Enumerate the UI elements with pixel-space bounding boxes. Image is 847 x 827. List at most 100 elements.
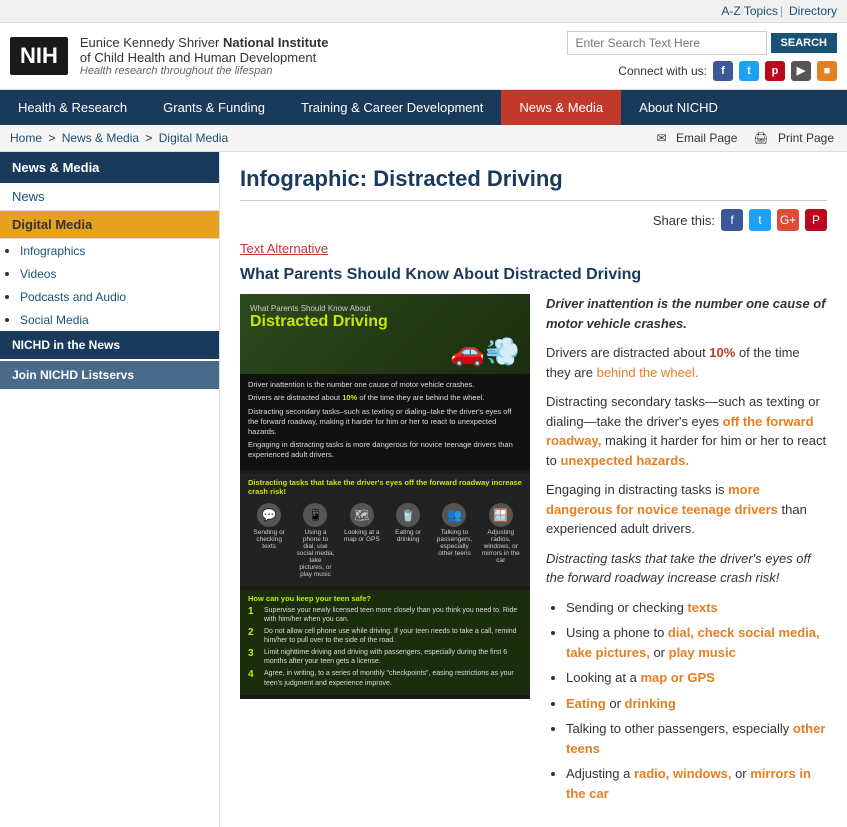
sidebar-nichd-news[interactable]: NICHD in the News bbox=[0, 331, 219, 359]
infographic-column: What Parents Should Know About Distracte… bbox=[240, 294, 530, 813]
body-p5: Distracting tasks that take the driver's… bbox=[546, 549, 827, 588]
content-wrapper: News & Media News Digital Media Infograp… bbox=[0, 152, 847, 827]
infographic-small-text: What Parents Should Know About bbox=[250, 304, 520, 313]
nav-news-media[interactable]: News & Media bbox=[501, 90, 621, 125]
infographic-section2: How can you keep your teen safe? 1 Super… bbox=[240, 590, 530, 695]
breadcrumb-left: Home > News & Media > Digital Media bbox=[10, 131, 228, 145]
org-tagline: Health research throughout the lifespan bbox=[80, 65, 329, 77]
sidebar-sub-menu: Infographics Videos Podcasts and Audio S… bbox=[0, 239, 219, 331]
breadcrumb-sep2: > bbox=[145, 131, 155, 145]
bullet-passengers: Talking to other passengers, especially … bbox=[566, 719, 827, 758]
body-p4: Engaging in distracting tasks is more da… bbox=[546, 480, 827, 539]
car-emoji: 🚗💨 bbox=[250, 335, 520, 368]
youtube-icon[interactable]: ▶ bbox=[791, 61, 811, 81]
nav-grants-funding[interactable]: Grants & Funding bbox=[145, 90, 283, 125]
map-icon: 🗺 bbox=[350, 503, 374, 527]
sidebar-section-title: News & Media bbox=[0, 152, 219, 183]
page-title: Infographic: Distracted Driving bbox=[240, 166, 827, 201]
nih-logo: NIH bbox=[10, 37, 68, 75]
breadcrumb-sep1: > bbox=[48, 131, 58, 145]
sidebar-item-news[interactable]: News bbox=[0, 183, 219, 211]
header-right: SEARCH Connect with us: f t p ▶ ■ bbox=[567, 31, 837, 81]
share-facebook[interactable]: f bbox=[721, 209, 743, 231]
mirrors-icon: 🪟 bbox=[489, 503, 513, 527]
directory-link[interactable]: Directory bbox=[789, 4, 837, 18]
icon-map: 🗺 Looking at a map or GPS bbox=[343, 503, 381, 578]
infographic-section1: Distracting tasks that take the driver's… bbox=[240, 474, 530, 586]
breadcrumb-news-media[interactable]: News & Media bbox=[62, 131, 139, 145]
teen-tip-3: 3 Limit nighttime driving and driving wi… bbox=[248, 648, 522, 666]
org-name: Eunice Kennedy Shriver National Institut… bbox=[80, 35, 329, 65]
bullet-texts: Sending or checking texts bbox=[566, 598, 827, 618]
main-content: Infographic: Distracted Driving Share th… bbox=[220, 152, 847, 827]
print-icon: 🖨 bbox=[753, 131, 772, 145]
nav-health-research[interactable]: Health & Research bbox=[0, 90, 145, 125]
section-heading: What Parents Should Know About Distracte… bbox=[240, 266, 827, 284]
sidebar-item-digital-media[interactable]: Digital Media bbox=[0, 211, 219, 239]
bullet-list: Sending or checking texts Using a phone … bbox=[566, 598, 827, 804]
infographic-header: What Parents Should Know About Distracte… bbox=[240, 294, 530, 374]
infographic-section1-title: Distracting tasks that take the driver's… bbox=[248, 478, 522, 496]
share-googleplus[interactable]: G+ bbox=[777, 209, 799, 231]
eating-icon: 🥤 bbox=[396, 503, 420, 527]
infographic-p1: Driver inattention is the number one cau… bbox=[248, 380, 522, 390]
twitter-icon[interactable]: t bbox=[739, 61, 759, 81]
breadcrumb-digital-media[interactable]: Digital Media bbox=[159, 131, 228, 145]
email-page-link[interactable]: ✉ Email Page bbox=[654, 131, 741, 145]
icon-mirrors: 🪟 Adjusting radios, windows, or mirrors … bbox=[482, 503, 520, 578]
share-twitter[interactable]: t bbox=[749, 209, 771, 231]
icon-texts: 💬 Sending or checking texts bbox=[250, 503, 288, 578]
icon-eating: 🥤 Eating or drinking bbox=[389, 503, 427, 578]
search-input[interactable] bbox=[567, 31, 767, 55]
search-button[interactable]: SEARCH bbox=[771, 33, 837, 53]
nav-training[interactable]: Training & Career Development bbox=[283, 90, 501, 125]
sidebar-join-listservs[interactable]: Join NICHD Listservs bbox=[0, 361, 219, 389]
breadcrumb-home[interactable]: Home bbox=[10, 131, 42, 145]
header-left: NIH Eunice Kennedy Shriver National Inst… bbox=[10, 35, 328, 77]
pinterest-icon[interactable]: p bbox=[765, 61, 785, 81]
az-topics-link[interactable]: A-Z Topics bbox=[721, 4, 777, 18]
icon-passengers: 👥 Talking to passengers, especially othe… bbox=[435, 503, 473, 578]
text-column: Driver inattention is the number one cau… bbox=[546, 294, 827, 813]
share-label: Share this: bbox=[653, 213, 715, 228]
body-p1: Driver inattention is the number one cau… bbox=[546, 294, 827, 333]
infographic-body: Driver inattention is the number one cau… bbox=[240, 374, 530, 470]
email-icon: ✉ bbox=[657, 131, 670, 145]
two-col-layout: What Parents Should Know About Distracte… bbox=[240, 294, 827, 813]
infographic: What Parents Should Know About Distracte… bbox=[240, 294, 530, 699]
sidebar-sub-podcasts[interactable]: Podcasts and Audio bbox=[20, 285, 219, 308]
facebook-icon[interactable]: f bbox=[713, 61, 733, 81]
infographic-section2-title: How can you keep your teen safe? bbox=[248, 594, 522, 603]
nav-about[interactable]: About NICHD bbox=[621, 90, 736, 125]
sidebar-news-link[interactable]: News bbox=[12, 189, 45, 204]
rss-icon[interactable]: ■ bbox=[817, 61, 837, 81]
site-header: NIH Eunice Kennedy Shriver National Inst… bbox=[0, 23, 847, 90]
sidebar-sub-infographics[interactable]: Infographics bbox=[20, 239, 219, 262]
breadcrumb-right: ✉ Email Page 🖨 Print Page bbox=[654, 131, 837, 145]
teen-tip-1: 1 Supervise your newly licensed teen mor… bbox=[248, 606, 522, 624]
bullet-mirrors: Adjusting a radio, windows, or mirrors i… bbox=[566, 764, 827, 803]
infographic-p4: Engaging in distracting tasks is more da… bbox=[248, 440, 522, 460]
icon-phone: 📱 Using a phone to dial, use social medi… bbox=[296, 503, 334, 578]
bullet-eating: Eating or drinking bbox=[566, 694, 827, 714]
print-page-link[interactable]: 🖨 Print Page bbox=[750, 131, 837, 145]
bullet-phone: Using a phone to dial, check social medi… bbox=[566, 623, 827, 662]
body-p2: Drivers are distracted about 10% of the … bbox=[546, 343, 827, 382]
header-org-text: Eunice Kennedy Shriver National Institut… bbox=[80, 35, 329, 77]
sidebar: News & Media News Digital Media Infograp… bbox=[0, 152, 220, 827]
phone-icon: 📱 bbox=[303, 503, 327, 527]
sidebar-sub-videos[interactable]: Videos bbox=[20, 262, 219, 285]
share-pinterest[interactable]: P bbox=[805, 209, 827, 231]
search-row: SEARCH bbox=[567, 31, 837, 55]
main-nav: Health & Research Grants & Funding Train… bbox=[0, 90, 847, 125]
teen-tip-2: 2 Do not allow cell phone use while driv… bbox=[248, 627, 522, 645]
passengers-icon: 👥 bbox=[442, 503, 466, 527]
infographic-big-text: Distracted Driving bbox=[250, 313, 520, 331]
top-bar: A-Z Topics | Directory bbox=[0, 0, 847, 23]
infographic-p3: Distracting secondary tasks–such as text… bbox=[248, 407, 522, 436]
body-p3: Distracting secondary tasks—such as text… bbox=[546, 392, 827, 470]
text-alternative-link[interactable]: Text Alternative bbox=[240, 241, 827, 256]
divider: | bbox=[780, 4, 783, 18]
sidebar-sub-social[interactable]: Social Media bbox=[20, 308, 219, 331]
texts-icon: 💬 bbox=[257, 503, 281, 527]
